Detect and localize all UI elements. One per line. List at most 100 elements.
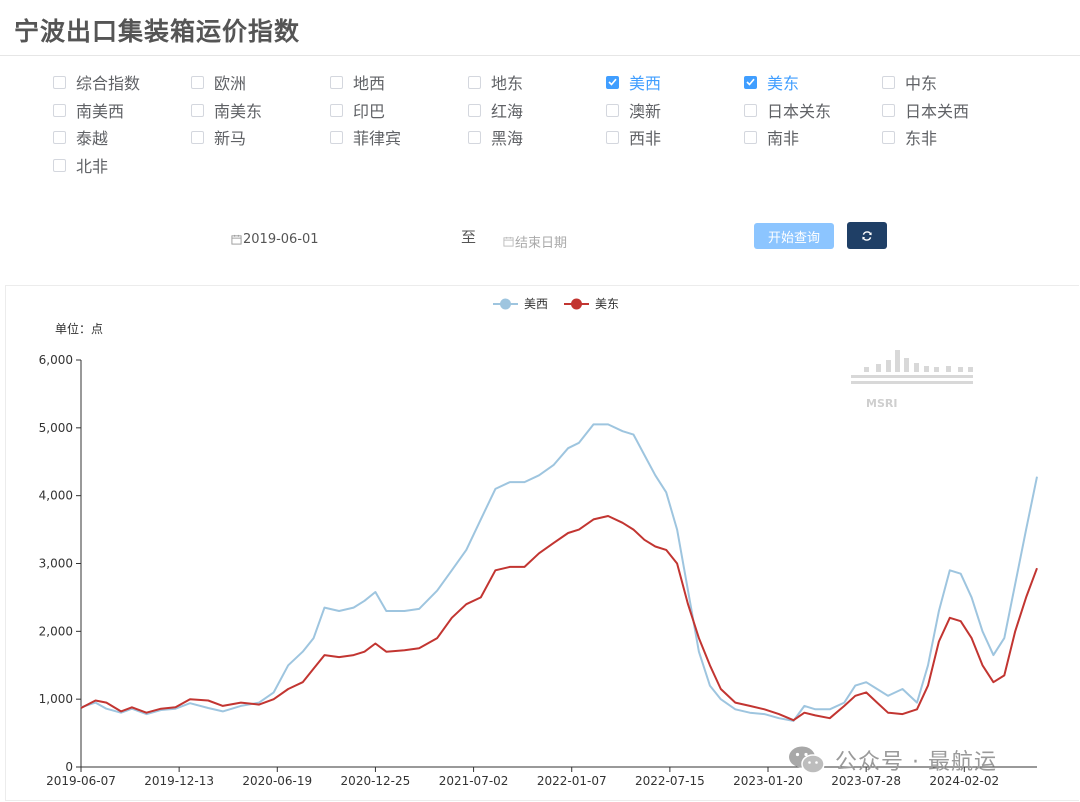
checkbox-checked-icon <box>606 75 619 89</box>
checkbox-unchecked-icon <box>53 130 66 144</box>
filter-checkbox[interactable]: 综合指数 <box>53 72 140 93</box>
start-date-value: 2019-06-01 <box>243 232 319 247</box>
y-tick-label: 0 <box>65 760 73 774</box>
legend-label: 美西 <box>524 297 548 311</box>
y-tick-label: 3,000 <box>39 557 73 571</box>
checkbox-unchecked-icon <box>606 130 619 144</box>
filter-checkbox-label: 北非 <box>76 157 109 176</box>
filter-checkbox-label: 日本关西 <box>905 102 970 121</box>
checkbox-unchecked-icon <box>606 103 619 117</box>
filter-checkbox[interactable]: 澳新 <box>606 100 662 121</box>
filter-checkbox-label: 南美西 <box>76 102 125 121</box>
legend-marker <box>571 298 582 310</box>
end-date-field[interactable]: 结束日期 <box>503 232 567 251</box>
filter-checkbox-label: 欧洲 <box>214 74 247 93</box>
filter-checkbox[interactable]: 泰越 <box>53 127 109 148</box>
x-tick-label: 2019-12-13 <box>144 774 214 788</box>
checkbox-unchecked-icon <box>882 75 895 89</box>
filter-checkbox[interactable]: 北非 <box>53 155 109 176</box>
logo-bar <box>946 366 951 372</box>
y-tick-label: 5,000 <box>39 421 73 435</box>
start-date-field[interactable]: 2019-06-01 <box>231 232 319 247</box>
logo-bar <box>934 367 939 372</box>
filter-checkbox-label: 美东 <box>767 74 800 93</box>
us-east-series-line <box>80 515 1038 722</box>
filter-checkbox[interactable]: 西非 <box>606 127 662 148</box>
filter-checkbox[interactable]: 红海 <box>468 100 524 121</box>
filter-checkbox-label: 泰越 <box>76 129 109 148</box>
logo-bar <box>876 364 881 372</box>
x-tick-label: 2023-07-28 <box>831 774 901 788</box>
filter-checkbox[interactable]: 地东 <box>468 72 524 93</box>
filter-checkbox-label: 西非 <box>629 129 662 148</box>
logo-bar <box>958 367 963 372</box>
checkbox-unchecked-icon <box>330 103 343 117</box>
checkbox-unchecked-icon <box>744 103 757 117</box>
checkbox-unchecked-icon <box>330 130 343 144</box>
calendar-icon <box>503 236 514 247</box>
logo-bar <box>924 366 929 372</box>
filter-checkbox-label: 黑海 <box>491 129 524 148</box>
y-tick-label: 2,000 <box>39 624 73 638</box>
filter-checkbox[interactable]: 新马 <box>191 127 247 148</box>
logo-bar <box>864 367 869 372</box>
y-unit-label: 单位：点 <box>55 321 103 336</box>
filter-checkbox[interactable]: 美西 <box>606 72 661 93</box>
filter-checkbox[interactable]: 日本关东 <box>744 100 831 121</box>
logo-bar <box>904 358 909 372</box>
refresh-icon <box>862 230 872 241</box>
filter-checkbox-label: 菲律宾 <box>353 129 402 148</box>
filter-checkbox-label: 地东 <box>491 74 524 93</box>
filter-checkbox[interactable]: 南美西 <box>53 100 125 121</box>
logo-bar <box>914 363 919 372</box>
filter-checkbox[interactable]: 欧洲 <box>191 72 247 93</box>
x-tick-label: 2021-07-02 <box>439 774 509 788</box>
logo-bar <box>895 350 900 372</box>
checkbox-unchecked-icon <box>191 75 204 89</box>
x-tick-label: 2020-06-19 <box>242 774 312 788</box>
filter-checkbox-label: 南美东 <box>214 102 263 121</box>
legend-label: 美东 <box>595 297 619 311</box>
checkbox-unchecked-icon <box>330 75 343 89</box>
filter-checkbox[interactable]: 日本关西 <box>882 100 970 121</box>
logo-stripe <box>851 375 973 378</box>
checkbox-unchecked-icon <box>191 103 204 117</box>
filter-checkbox[interactable]: 印巴 <box>330 100 386 121</box>
calendar-icon <box>231 234 242 245</box>
y-tick-label: 1,000 <box>39 692 73 706</box>
x-tick-label: 2020-12-25 <box>341 774 411 788</box>
checkbox-unchecked-icon <box>468 103 481 117</box>
filter-checkbox-label: 印巴 <box>353 102 386 121</box>
filter-checkbox[interactable]: 美东 <box>744 72 800 93</box>
legend-marker <box>500 298 511 310</box>
checkbox-unchecked-icon <box>882 103 895 117</box>
chart-panel: MSRI 美西 美东 单位：点 0 1,000 2,000 3,000 4,000 5,000 6,… <box>5 285 1079 801</box>
us-west-series-line <box>80 423 1038 722</box>
filter-checkbox-label: 东非 <box>905 129 938 148</box>
filter-checkbox[interactable]: 地西 <box>330 72 385 93</box>
filter-checkbox[interactable]: 东非 <box>882 127 938 148</box>
filter-checkbox-label: 澳新 <box>629 102 662 121</box>
filter-checkbox[interactable]: 菲律宾 <box>330 127 402 148</box>
checkbox-unchecked-icon <box>53 75 66 89</box>
query-button[interactable]: 开始查询 <box>754 223 834 249</box>
wechat-watermark: 公众号 · 最航运 <box>787 744 997 776</box>
filter-checkbox[interactable]: 南非 <box>744 127 800 148</box>
logo-bar <box>886 360 891 372</box>
wechat-account-text: 公众号 · 最航运 <box>835 750 997 775</box>
filter-checkbox[interactable]: 中东 <box>882 72 937 93</box>
logo-stripe <box>851 381 973 384</box>
filter-checkbox[interactable]: 黑海 <box>468 127 524 148</box>
wechat-icon <box>789 746 825 774</box>
logo-text: MSRI <box>866 397 897 410</box>
filter-checkbox-label: 南非 <box>767 129 800 148</box>
x-tick-label: 2023-01-20 <box>733 774 803 788</box>
checkbox-unchecked-icon <box>191 130 204 144</box>
checkbox-unchecked-icon <box>53 103 66 117</box>
filter-checkbox[interactable]: 南美东 <box>191 100 263 121</box>
filter-checkbox-label: 新马 <box>214 129 247 148</box>
filter-checkbox-label: 红海 <box>491 102 524 121</box>
title-divider <box>0 55 1080 56</box>
checkbox-unchecked-icon <box>882 130 895 144</box>
refresh-button[interactable] <box>847 222 887 249</box>
